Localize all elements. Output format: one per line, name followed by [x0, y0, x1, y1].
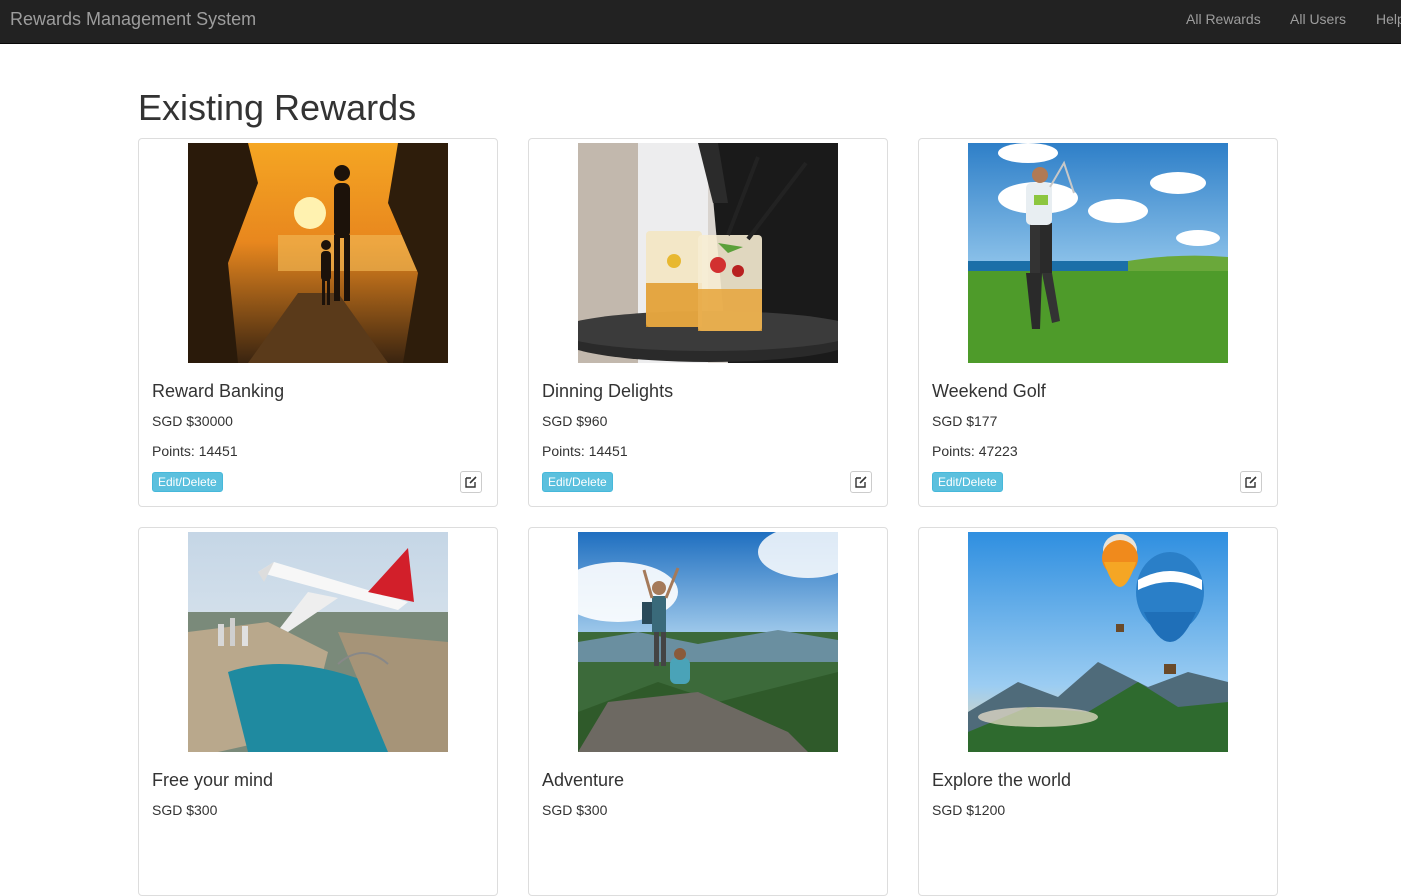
reward-image [578, 532, 838, 752]
edit-delete-button[interactable]: Edit/Delete [932, 472, 1003, 492]
reward-card: Weekend Golf SGD $177 Points: 47223 Edit… [918, 138, 1278, 507]
reward-price: SGD $30000 [152, 413, 233, 429]
reward-points: Points: 14451 [152, 443, 238, 459]
edit-delete-button[interactable]: Edit/Delete [152, 472, 223, 492]
reward-name: Reward Banking [152, 381, 285, 401]
navbar-brand[interactable]: Rewards Management System [10, 8, 256, 30]
reward-image [578, 143, 838, 363]
reward-name: Explore the world [932, 770, 1072, 790]
reward-card: Free your mind SGD $300 [138, 527, 498, 896]
page-title: Existing Rewards [138, 87, 417, 128]
edit-icon [855, 476, 867, 488]
reward-card: Dinning Delights SGD $960 Points: 14451 … [528, 138, 888, 507]
reward-image [188, 143, 448, 363]
edit-icon [465, 476, 477, 488]
nav-link-help[interactable]: Help [1376, 11, 1401, 27]
reward-name: Dinning Delights [542, 381, 674, 401]
reward-name: Weekend Golf [932, 381, 1046, 401]
reward-name: Free your mind [152, 770, 274, 790]
edit-icon [1245, 476, 1257, 488]
edit-icon-button[interactable] [1240, 471, 1262, 493]
reward-price: SGD $177 [932, 413, 998, 429]
edit-icon-button[interactable] [460, 471, 482, 493]
edit-icon-button[interactable] [850, 471, 872, 493]
reward-image [968, 143, 1228, 363]
nav-link-all-rewards[interactable]: All Rewards [1186, 11, 1261, 27]
reward-card: Explore the world SGD $1200 [918, 527, 1278, 896]
reward-image [968, 532, 1228, 752]
edit-delete-button[interactable]: Edit/Delete [542, 472, 613, 492]
reward-card: Reward Banking SGD $30000 Points: 14451 … [138, 138, 498, 507]
reward-name: Adventure [542, 770, 625, 790]
reward-card: Adventure SGD $300 [528, 527, 888, 896]
reward-image [188, 532, 448, 752]
nav-link-all-users[interactable]: All Users [1290, 11, 1346, 27]
reward-price: SGD $960 [542, 413, 608, 429]
reward-points: Points: 47223 [932, 443, 1018, 459]
reward-points: Points: 14451 [542, 443, 628, 459]
top-navbar: Rewards Management System All Rewards Al… [0, 0, 1401, 44]
